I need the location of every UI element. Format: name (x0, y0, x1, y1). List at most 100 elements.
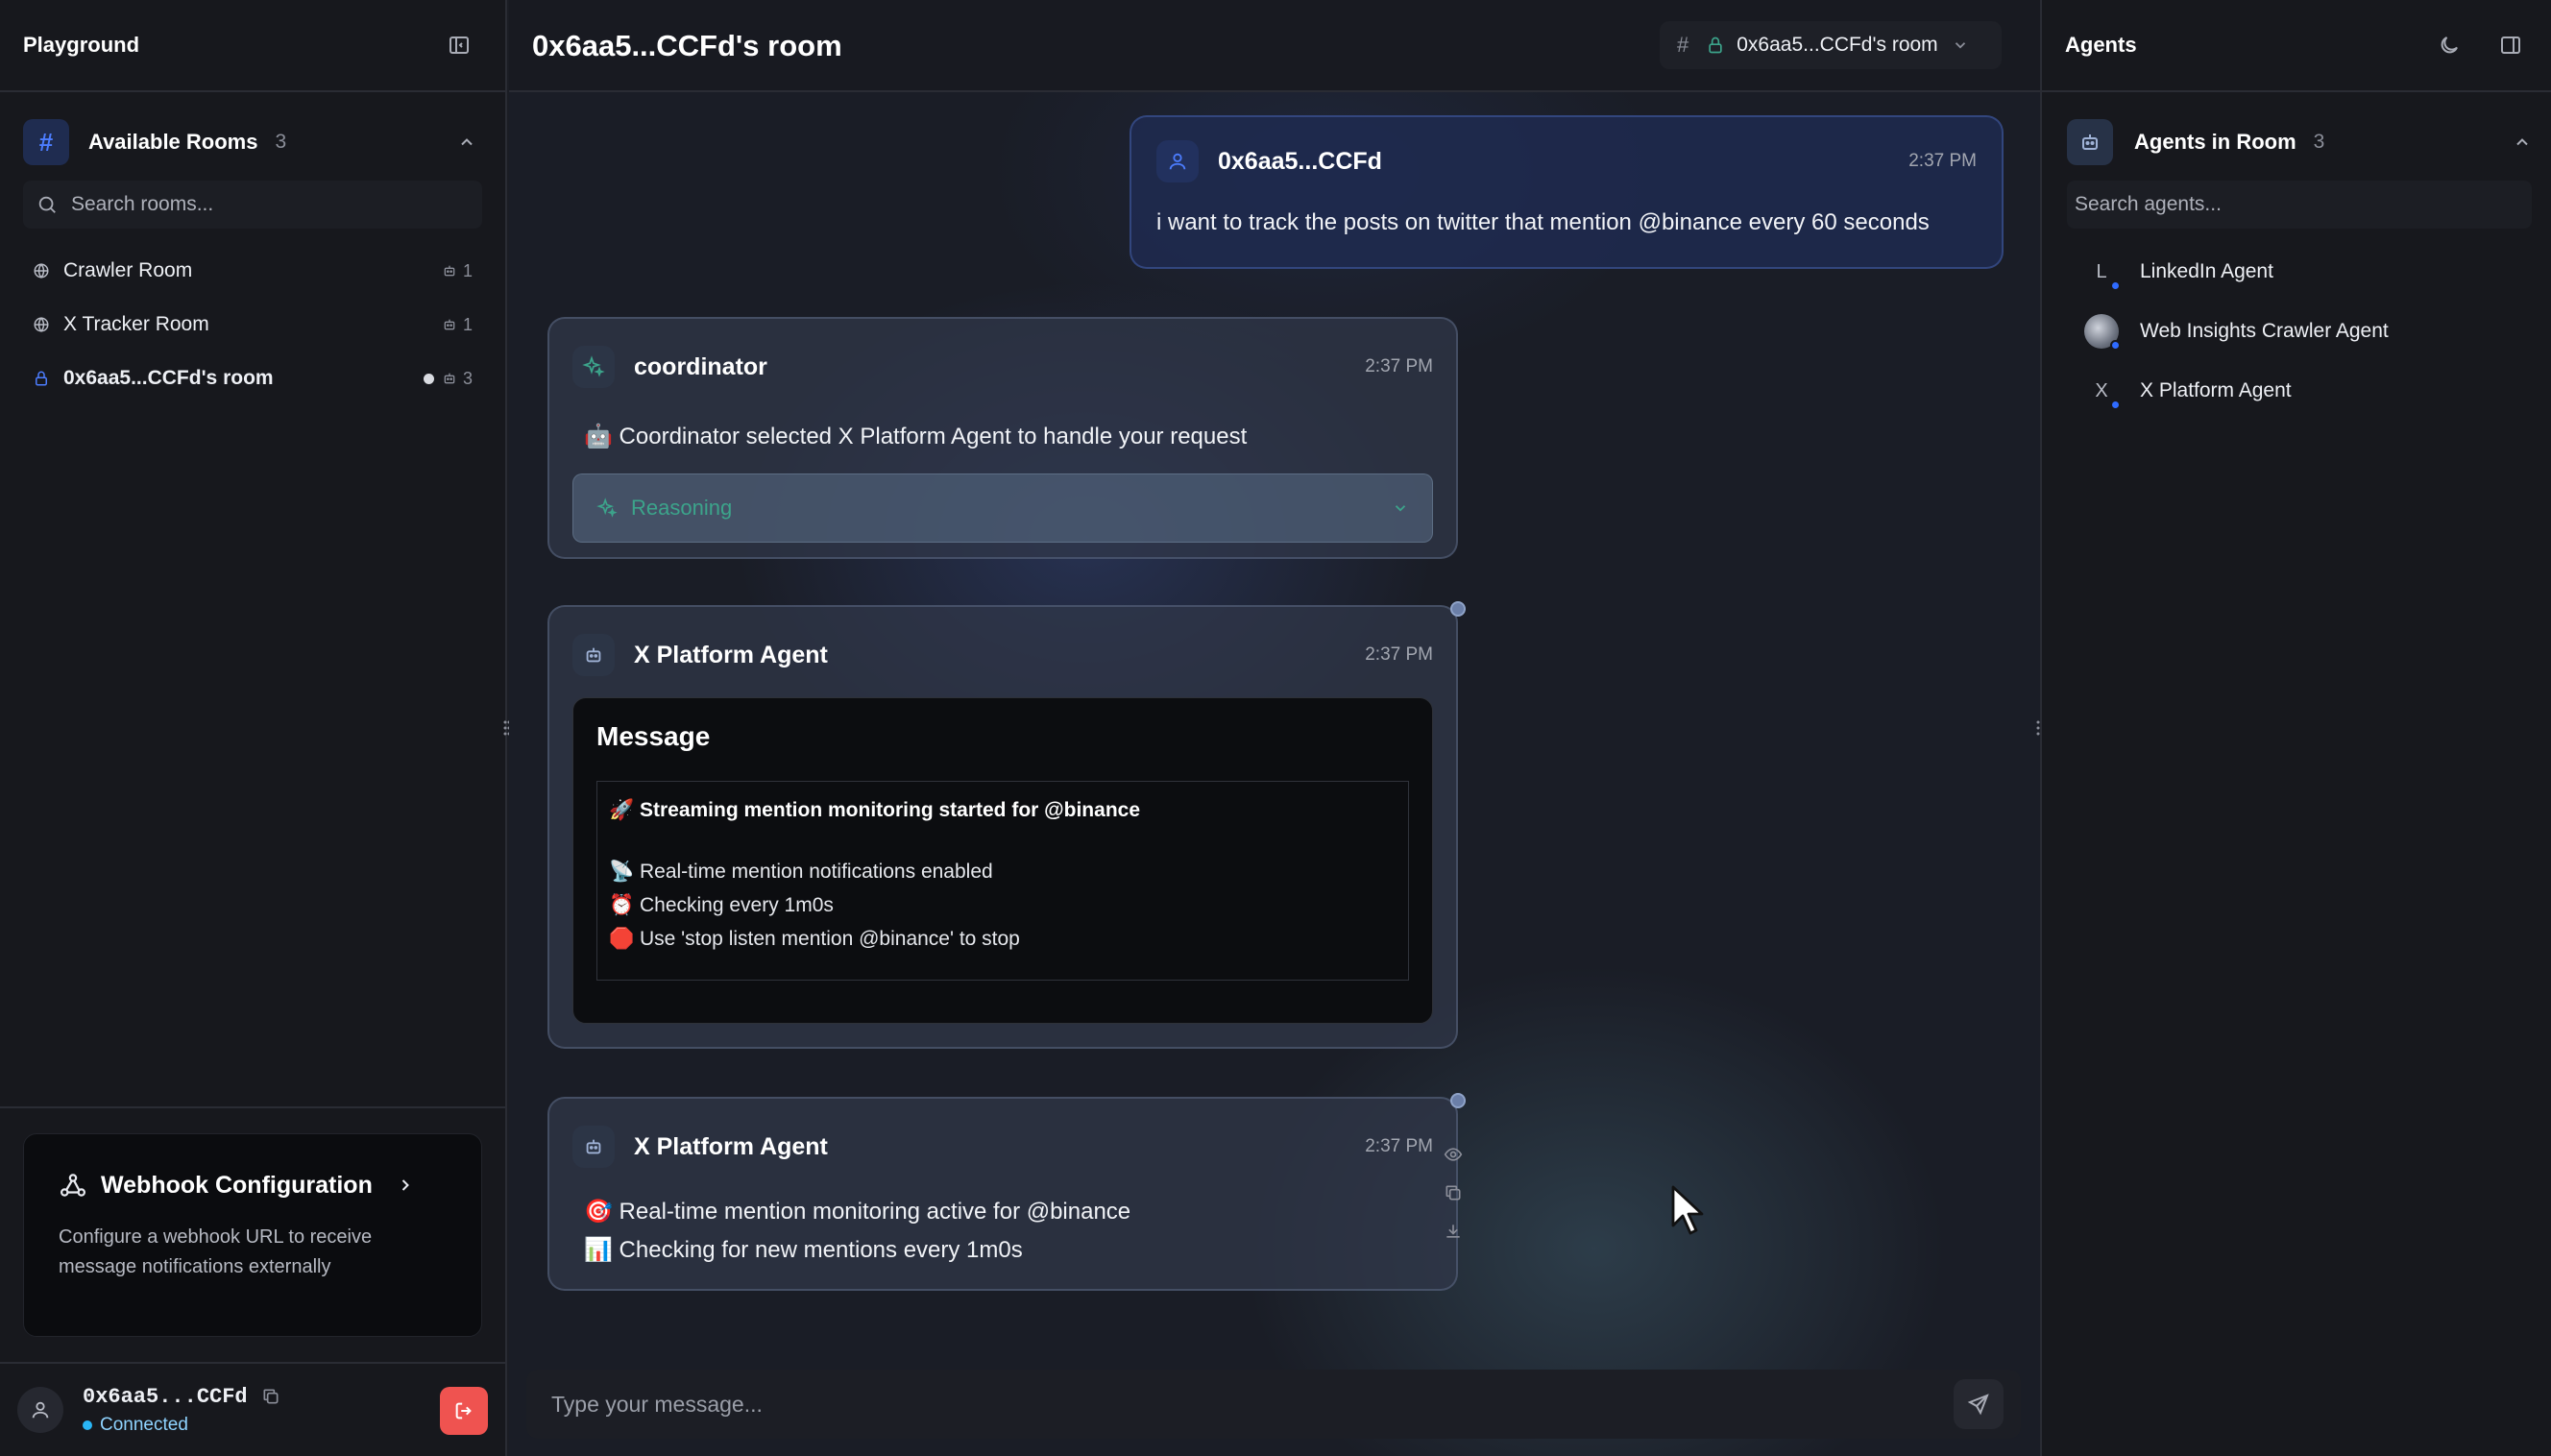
chat-header: 0x6aa5...CCFd's room # 0x6aa5...CCFd's r… (509, 0, 2040, 92)
room-name: 0x6aa5...CCFd's room (63, 367, 274, 389)
bot-icon (442, 371, 457, 386)
user-avatar[interactable] (17, 1387, 63, 1433)
search-agents-input[interactable] (2075, 193, 2440, 216)
agent-item-linkedin[interactable]: L LinkedIn Agent (2084, 242, 2526, 302)
online-dot (2110, 280, 2121, 291)
agents-in-room-header[interactable]: Agents in Room 3 (2067, 117, 2532, 167)
chevron-right-icon[interactable] (396, 1176, 415, 1195)
room-name: Crawler Room (63, 259, 193, 281)
chevron-up-icon[interactable] (457, 133, 476, 152)
globe-icon (33, 262, 50, 279)
message-card: Message 🚀 Streaming mention monitoring s… (572, 697, 1433, 1024)
room-list: Crawler Room 1 X Tracker Room 1 0x6aa5..… (23, 244, 482, 405)
message-sender: X Platform Agent (634, 641, 828, 668)
bot-icon (572, 1126, 615, 1168)
reasoning-label: Reasoning (631, 496, 733, 520)
message-sender: coordinator (634, 352, 767, 380)
connection-status-text: Connected (100, 1414, 188, 1435)
agent-avatar (2084, 314, 2121, 351)
agent-item-web-insights[interactable]: Web Insights Crawler Agent (2084, 302, 2526, 361)
rooms-count: 3 (275, 131, 287, 153)
agent-item-x-platform[interactable]: X X Platform Agent (2084, 361, 2526, 421)
message-card-body: 🚀 Streaming mention monitoring started f… (596, 781, 1409, 981)
room-agent-count: 1 (442, 315, 473, 335)
agents-title: Agents (2065, 33, 2137, 57)
copy-icon[interactable] (261, 1387, 280, 1406)
chevron-down-icon (1392, 499, 1409, 517)
agents-count: 3 (2313, 131, 2325, 153)
message-headline: 🚀 Streaming mention monitoring started f… (609, 799, 1141, 821)
message-line: ⏰ Checking every 1m0s (609, 894, 834, 916)
search-rooms-field[interactable] (23, 181, 482, 229)
search-icon (36, 194, 58, 215)
room-agent-count-value: 3 (462, 368, 473, 388)
search-agents-field[interactable] (2067, 181, 2532, 229)
lock-icon (33, 370, 50, 387)
webhook-configuration-card[interactable]: Webhook Configuration Configure a webhoo… (23, 1133, 482, 1337)
message-sender: X Platform Agent (634, 1132, 828, 1160)
message-actions (1439, 1135, 1468, 1250)
right-sidebar: Agents Agents in Room 3 L LinkedIn Agent (2040, 0, 2551, 1456)
message-input[interactable] (551, 1391, 1896, 1418)
agent-name: Web Insights Crawler Agent (2140, 320, 2389, 342)
room-name: X Tracker Room (63, 313, 209, 335)
sparkles-icon (572, 346, 615, 388)
moon-icon[interactable] (2438, 34, 2461, 57)
message-time: 2:37 PM (1365, 1136, 1433, 1156)
user-message: 0x6aa5...CCFd 2:37 PM i want to track th… (1130, 115, 2004, 269)
message-status-dot (1450, 1093, 1466, 1108)
download-icon[interactable] (1439, 1212, 1468, 1250)
room-selector[interactable]: # 0x6aa5...CCFd's room (1660, 21, 2002, 69)
message-line: 📊 Checking for new mentions every 1m0s (584, 1237, 1023, 1263)
copy-icon[interactable] (1439, 1174, 1468, 1212)
left-sidebar-header: Playground (0, 0, 505, 92)
lock-icon (1706, 36, 1725, 55)
eye-icon[interactable] (1439, 1135, 1468, 1174)
webhook-title: Webhook Configuration (101, 1171, 373, 1199)
available-rooms-label: Available Rooms (88, 130, 258, 154)
message-sender: 0x6aa5...CCFd (1218, 147, 1382, 175)
sparkles-icon (596, 497, 618, 519)
available-rooms-header[interactable]: # Available Rooms 3 (23, 117, 484, 167)
user-icon (1156, 140, 1199, 182)
bot-icon (2067, 119, 2113, 165)
hash-icon: # (23, 119, 69, 165)
agent-avatar: L (2084, 255, 2121, 291)
agent-list: L LinkedIn Agent Web Insights Crawler Ag… (2084, 242, 2526, 421)
hash-icon: # (1677, 33, 1689, 57)
logout-button[interactable] (440, 1387, 488, 1435)
agent-name: X Platform Agent (2140, 379, 2292, 401)
room-agent-count: 1 (442, 261, 473, 281)
agent-message: X Platform Agent 2:37 PM Message 🚀 Strea… (547, 601, 1466, 1049)
room-item-crawler[interactable]: Crawler Room 1 (23, 244, 482, 298)
message-composer (526, 1370, 2021, 1439)
message-time: 2:37 PM (1365, 644, 1433, 665)
message-text: 🎯 Real-time mention monitoring active fo… (572, 1193, 1433, 1270)
room-item-own-room[interactable]: 0x6aa5...CCFd's room 3 (23, 352, 482, 405)
right-sidebar-header: Agents (2042, 0, 2551, 92)
send-icon (1967, 1394, 1989, 1416)
agent-message: X Platform Agent 2:37 PM 🎯 Real-time men… (547, 1093, 1466, 1291)
chevron-down-icon (1952, 36, 1969, 54)
divider (0, 1106, 507, 1108)
chat-area: 0x6aa5...CCFd's room # 0x6aa5...CCFd's r… (509, 0, 2040, 1456)
message-line: 🛑 Use 'stop listen mention @binance' to … (609, 928, 1020, 950)
collapse-sidebar-icon[interactable] (448, 34, 471, 57)
room-agent-count-value: 1 (462, 260, 473, 280)
unread-dot (423, 373, 434, 384)
reasoning-toggle[interactable]: Reasoning (572, 473, 1433, 543)
message-time: 2:37 PM (1365, 356, 1433, 376)
message-line: 🎯 Real-time mention monitoring active fo… (584, 1199, 1131, 1225)
chevron-up-icon[interactable] (2513, 133, 2532, 152)
message-text: i want to track the posts on twitter tha… (1156, 209, 1930, 235)
room-item-x-tracker[interactable]: X Tracker Room 1 (23, 298, 482, 352)
user-address: 0x6aa5...CCFd (83, 1384, 248, 1409)
message-time: 2:37 PM (1908, 151, 1977, 171)
status-dot (83, 1420, 92, 1430)
send-button[interactable] (1954, 1379, 2004, 1429)
collapse-panel-icon[interactable] (2499, 34, 2522, 57)
search-rooms-input[interactable] (71, 193, 436, 216)
online-dot (2110, 400, 2121, 410)
app-title: Playground (23, 33, 140, 57)
message-line: 📡 Real-time mention notifications enable… (609, 861, 993, 883)
